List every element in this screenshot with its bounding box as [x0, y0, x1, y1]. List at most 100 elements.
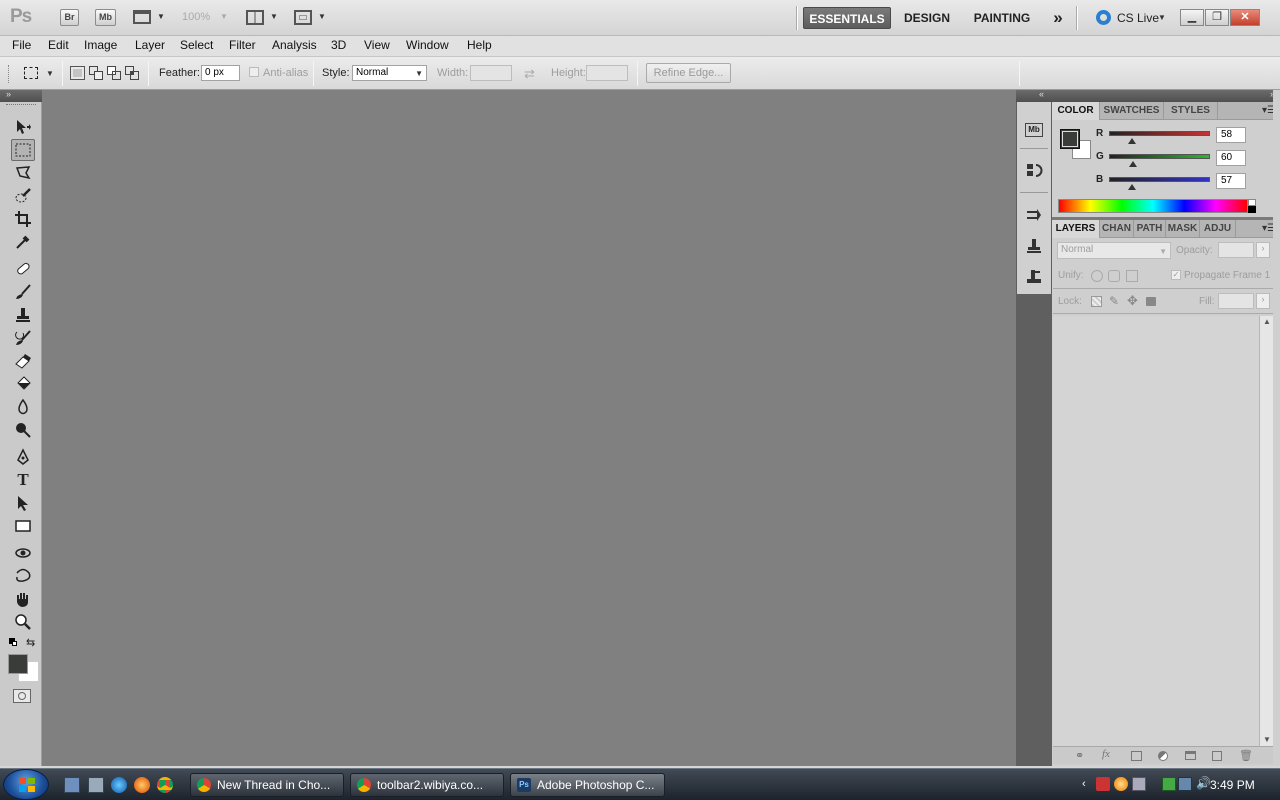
style-select[interactable]: Normal ▼: [352, 65, 427, 81]
tool-presets-panel-icon[interactable]: [1024, 266, 1044, 286]
chrome-icon[interactable]: [157, 777, 173, 793]
link-layers-icon[interactable]: ⚭: [1075, 749, 1084, 762]
menu-layer[interactable]: Layer: [135, 38, 165, 52]
menu-edit[interactable]: Edit: [48, 38, 69, 52]
green-channel-input[interactable]: 60: [1216, 150, 1246, 166]
color-spectrum-ramp[interactable]: [1058, 199, 1248, 213]
task-button-photoshop[interactable]: Ps Adobe Photoshop C...: [510, 773, 665, 797]
view-extras-dropdown-icon[interactable]: ▼: [157, 12, 165, 21]
zoom-dropdown-icon[interactable]: ▼: [220, 12, 228, 21]
menu-select[interactable]: Select: [180, 38, 213, 52]
close-icon[interactable]: ✕: [1230, 9, 1260, 26]
green-channel-slider[interactable]: [1109, 154, 1210, 159]
system-clock[interactable]: 3:49 PM: [1210, 778, 1255, 792]
menu-view[interactable]: View: [364, 38, 390, 52]
tab-color[interactable]: COLOR: [1052, 102, 1100, 120]
spot-healing-brush-tool-icon[interactable]: [11, 258, 35, 280]
delete-layer-icon[interactable]: 🗑: [1239, 749, 1253, 762]
tab-adjustments[interactable]: ADJU: [1200, 220, 1236, 238]
add-to-selection-icon[interactable]: [89, 66, 104, 80]
subtract-from-selection-icon[interactable]: [107, 66, 122, 80]
swap-colors-icon[interactable]: ⇆: [26, 636, 35, 649]
arrange-dropdown-icon[interactable]: ▼: [270, 12, 278, 21]
path-selection-tool-icon[interactable]: [11, 492, 35, 514]
style-dropdown-icon[interactable]: ▼: [415, 67, 423, 81]
menu-help[interactable]: Help: [467, 38, 492, 52]
show-hidden-icons-icon[interactable]: ‹: [1082, 778, 1086, 790]
layers-list[interactable]: [1053, 316, 1259, 746]
color-panel-header[interactable]: »: [1052, 89, 1280, 102]
new-layer-icon[interactable]: [1212, 751, 1222, 761]
new-group-icon[interactable]: [1185, 751, 1196, 760]
spectrum-white-chip[interactable]: [1248, 199, 1256, 206]
menu-filter[interactable]: Filter: [229, 38, 256, 52]
workspace-painting-button[interactable]: PAINTING: [966, 7, 1038, 29]
firefox-icon[interactable]: [134, 777, 150, 793]
tools-grip[interactable]: [6, 104, 36, 106]
scroll-up-icon[interactable]: ▲: [1263, 317, 1271, 326]
menu-3d[interactable]: 3D: [331, 38, 346, 52]
internet-explorer-icon[interactable]: [111, 777, 127, 793]
more-workspaces-icon[interactable]: »: [1046, 7, 1070, 29]
red-channel-slider[interactable]: [1109, 131, 1210, 136]
document-canvas-area[interactable]: [42, 90, 1016, 766]
pen-tool-icon[interactable]: [11, 446, 35, 468]
workspace-design-button[interactable]: DESIGN: [898, 7, 956, 29]
expand-tools-icon[interactable]: »: [6, 89, 11, 99]
blend-mode-dropdown-icon[interactable]: ▼: [1159, 245, 1167, 259]
restore-icon[interactable]: ❐: [1205, 9, 1229, 26]
add-mask-icon[interactable]: [1131, 751, 1142, 761]
3d-orbit-tool-icon[interactable]: [11, 565, 35, 587]
menu-analysis[interactable]: Analysis: [272, 38, 317, 52]
eyedropper-tool-icon[interactable]: [11, 231, 35, 253]
screen-mode-dropdown-icon[interactable]: ▼: [318, 12, 326, 21]
task-button-chrome-thread[interactable]: New Thread in Cho...: [190, 773, 344, 797]
cs-live-icon[interactable]: [1096, 10, 1111, 25]
scroll-down-icon[interactable]: ▼: [1263, 735, 1271, 744]
spectrum-black-chip[interactable]: [1248, 206, 1256, 213]
zoom-level[interactable]: 100%: [182, 11, 210, 23]
quick-mask-icon[interactable]: [13, 689, 31, 703]
green-channel-thumb[interactable]: [1129, 161, 1137, 167]
refine-edge-button[interactable]: Refine Edge...: [646, 63, 731, 83]
screen-mode-icon[interactable]: [294, 10, 312, 25]
history-brush-tool-icon[interactable]: [11, 327, 35, 349]
launch-bridge-button[interactable]: Br: [60, 9, 79, 26]
minimize-icon[interactable]: ▁: [1180, 9, 1204, 26]
mini-bridge-panel-icon[interactable]: Mb: [1024, 120, 1044, 140]
rectangle-tool-icon[interactable]: [11, 515, 35, 537]
menu-file[interactable]: File: [12, 38, 31, 52]
brush-tool-icon[interactable]: [11, 281, 35, 303]
adjustment-layer-icon[interactable]: [1158, 751, 1168, 761]
zoom-tool-icon[interactable]: [11, 611, 35, 633]
layer-style-icon[interactable]: fx: [1102, 748, 1110, 760]
eraser-tool-icon[interactable]: [11, 350, 35, 372]
color-foreground-swatch[interactable]: [1060, 129, 1080, 149]
red-channel-input[interactable]: 58: [1216, 127, 1246, 143]
rectangular-marquee-preset-icon[interactable]: [24, 67, 38, 79]
dodge-tool-icon[interactable]: [11, 419, 35, 441]
paint-bucket-tool-icon[interactable]: [11, 373, 35, 395]
task-button-chrome-toolbar[interactable]: toolbar2.wibiya.co...: [350, 773, 504, 797]
tab-styles[interactable]: STYLES: [1164, 102, 1218, 120]
tab-channels[interactable]: CHAN: [1100, 220, 1134, 238]
tray-device-icon[interactable]: [1132, 777, 1146, 791]
crop-tool-icon[interactable]: [11, 208, 35, 230]
blue-channel-input[interactable]: 57: [1216, 173, 1246, 189]
tools-panel-header[interactable]: »: [0, 89, 42, 102]
intersect-selection-icon[interactable]: [125, 66, 140, 80]
history-panel-icon[interactable]: [1024, 161, 1044, 181]
tool-preset-dropdown-icon[interactable]: ▼: [46, 69, 54, 78]
launch-mini-bridge-button[interactable]: Mb: [95, 9, 116, 26]
tab-paths[interactable]: PATH: [1134, 220, 1166, 238]
collapse-dock-icon[interactable]: «: [1039, 89, 1044, 99]
volume-icon[interactable]: 🔊: [1196, 776, 1211, 790]
move-tool-icon[interactable]: [11, 116, 35, 138]
blur-tool-icon[interactable]: [11, 396, 35, 418]
tray-update-icon[interactable]: [1114, 777, 1128, 791]
workspace-essentials-button[interactable]: ESSENTIALS: [803, 7, 891, 29]
blue-channel-slider[interactable]: [1109, 177, 1210, 182]
tab-swatches[interactable]: SWATCHES: [1100, 102, 1164, 120]
feather-input[interactable]: 0 px: [201, 65, 240, 81]
cs-live-dropdown-icon[interactable]: ▼: [1158, 13, 1166, 22]
